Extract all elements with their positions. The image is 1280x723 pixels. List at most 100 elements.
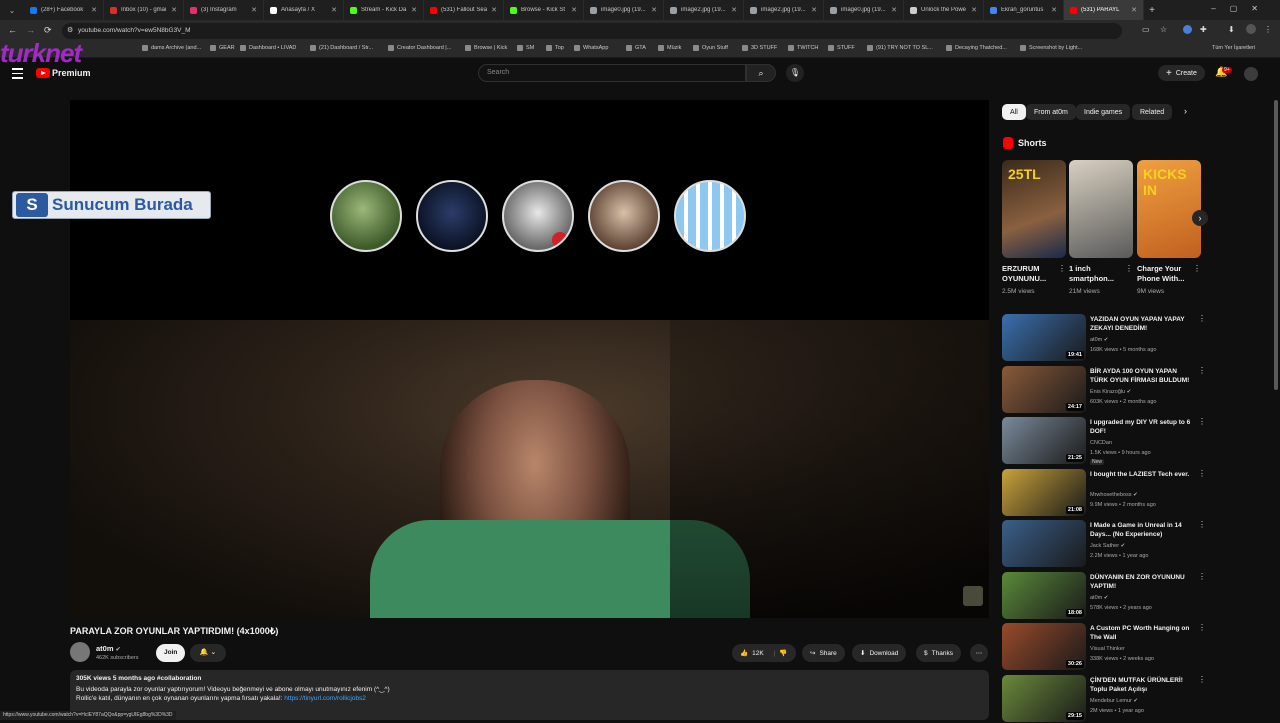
bookmark-item[interactable]: WhatsApp [574,45,608,51]
tab-close-icon[interactable]: ✕ [171,6,177,14]
video-title-link[interactable]: I upgraded my DIY VR setup to 6 DOF! [1090,418,1194,436]
filter-chip[interactable]: All [1002,104,1026,120]
video-thumbnail[interactable] [1002,520,1086,567]
video-thumbnail[interactable]: 21:25 [1002,417,1086,464]
tab-close-icon[interactable]: ✕ [251,6,257,14]
video-menu-icon[interactable]: ⋮ [1198,366,1206,375]
more-actions-button[interactable]: ⋯ [970,644,988,662]
site-info-icon[interactable]: ⚙ [67,23,73,39]
recommended-video[interactable]: 18:08 DÜNYANIN EN ZOR OYUNUNU YAPTIM! at0m… [1002,571,1207,620]
bookmark-item[interactable]: TWITCH [788,45,818,51]
search-input[interactable]: Search [478,64,746,82]
tab-close-icon[interactable]: ✕ [891,6,897,14]
bookmark-item[interactable]: (21) Dashboard / Str... [310,45,373,51]
video-channel[interactable]: at0m ✔ [1090,595,1108,601]
browser-tab[interactable]: Inbox (10) - gmai ✕ [104,0,184,20]
bookmark-item[interactable]: GTA [626,45,646,51]
bookmark-item[interactable]: Dashboard • LIVAD [240,45,296,51]
tab-search-icon[interactable]: ⌄ [0,6,24,15]
video-title-link[interactable]: ÇİN'DEN MUTFAK ÜRÜNLERİ! Toplu Paket Açı… [1090,676,1194,694]
description-link[interactable]: https://tinyurl.com/rollicjobs2 [284,695,366,702]
tab-close-icon[interactable]: ✕ [731,6,737,14]
video-menu-icon[interactable]: ⋮ [1198,675,1206,684]
short-thumbnail[interactable]: 25TL [1002,160,1066,258]
tab-close-icon[interactable]: ✕ [331,6,337,14]
tab-close-icon[interactable]: ✕ [571,6,577,14]
bookmark-star-icon[interactable]: ☆ [1160,25,1167,34]
video-menu-icon[interactable]: ⋮ [1198,314,1206,323]
shorts-next-icon[interactable]: › [1192,210,1208,226]
tab-close-icon[interactable]: ✕ [971,6,977,14]
short-title[interactable]: Charge Your Phone With... [1137,264,1193,284]
bookmark-item[interactable]: Browse | Kick [465,45,507,51]
filter-chip[interactable]: From at0m [1026,104,1076,120]
video-title-link[interactable]: BİR AYDA 100 OYUN YAPAN TÜRK OYUN FİRMAS… [1090,367,1194,385]
video-title-link[interactable]: DÜNYANIN EN ZOR OYUNUNU YAPTIM! [1090,573,1194,591]
browser-tab[interactable]: Anasayfa / X ✕ [264,0,344,20]
short-thumbnail[interactable]: KICKS IN [1137,160,1201,258]
short-card[interactable]: 1 inch smartphon... ⋮ 21M views [1069,160,1133,295]
tab-close-icon[interactable]: ✕ [1131,6,1137,14]
video-title-link[interactable]: I Made a Game in Unreal in 14 Days... (N… [1090,521,1194,539]
voice-search-icon[interactable]: 🎙 [786,64,804,82]
tab-close-icon[interactable]: ✕ [651,6,657,14]
browser-tab[interactable]: Ekran_goruntus ✕ [984,0,1064,20]
like-icon[interactable]: 👍 [740,649,748,657]
bookmark-item[interactable]: Creator Dashboard |... [388,45,451,51]
share-button[interactable]: ↪ Share [802,644,845,662]
browser-tab[interactable]: Stream - Kick Da ✕ [344,0,424,20]
like-count[interactable]: 12K [752,650,764,657]
recommended-video[interactable]: 21:25 I upgraded my DIY VR setup to 6 DOF… [1002,417,1207,465]
tab-close-icon[interactable]: ✕ [811,6,817,14]
join-button[interactable]: Join [156,644,186,662]
short-card[interactable]: 25TL ERZURUM OYUNUNU... ⋮ 2.5M views [1002,160,1066,295]
filter-chip[interactable]: Related [1132,104,1173,120]
browser-menu-icon[interactable]: ⋮ [1264,25,1272,34]
video-menu-icon[interactable]: ⋮ [1198,623,1206,632]
downloads-icon[interactable]: ⬇ [1228,25,1235,34]
browser-tab[interactable]: (3) Instagram ✕ [184,0,264,20]
video-player[interactable] [70,100,989,618]
bookmark-item[interactable]: STUFF [828,45,855,51]
profile-avatar[interactable] [1246,24,1256,34]
back-icon[interactable]: ← [8,25,17,35]
cast-icon[interactable]: ▭ [1142,25,1150,34]
search-button[interactable]: ⌕ [746,64,776,82]
recommended-video[interactable]: 30:26 A Custom PC Worth Hanging on The Wa… [1002,623,1207,671]
bookmark-item[interactable]: Decaying Thatched... [946,45,1007,51]
browser-tab[interactable]: image0.jpg (19... ✕ [824,0,904,20]
bookmark-item[interactable]: GEAR [210,45,235,51]
video-menu-icon[interactable]: ⋮ [1198,572,1206,581]
chips-next-icon[interactable]: › [1184,106,1187,116]
bookmark-item[interactable]: (91) TRY NOT TO SL... [867,45,933,51]
recommended-video[interactable]: 19:41 YAZIDAN OYUN YAPAN YAPAY ZEKAYI DEN… [1002,314,1207,362]
reload-icon[interactable]: ⟳ [44,25,52,36]
tab-close-icon[interactable]: ✕ [491,6,497,14]
video-menu-icon[interactable]: ⋮ [1198,520,1206,529]
dislike-icon[interactable]: 👎 [779,649,787,657]
video-channel[interactable]: Enis Kirazoğlu ✔ [1090,389,1131,395]
short-title[interactable]: ERZURUM OYUNUNU... [1002,264,1058,284]
new-tab-button[interactable]: + [1144,5,1160,16]
description-box[interactable]: 305K views 5 months ago #collaboration B… [70,670,989,720]
recommended-video[interactable]: I Made a Game in Unreal in 14 Days... (N… [1002,520,1207,568]
video-channel[interactable]: CNCDan [1090,440,1112,446]
video-title-link[interactable]: A Custom PC Worth Hanging on The Wall [1090,624,1194,642]
account-avatar[interactable] [1244,67,1258,81]
bookmark-item[interactable]: SM [517,45,534,51]
short-menu-icon[interactable]: ⋮ [1125,264,1133,273]
bookmark-item[interactable]: Oyun Stuff [693,45,728,51]
bookmark-item[interactable]: dams Archive (and... [142,45,201,51]
filter-chip[interactable]: Indie games [1076,104,1131,120]
short-title[interactable]: 1 inch smartphon... [1069,264,1125,284]
channel-avatar[interactable] [70,642,90,662]
create-button[interactable]: + Create [1158,65,1205,81]
window-controls[interactable]: –▢✕ [1211,4,1272,13]
video-menu-icon[interactable]: ⋮ [1198,417,1206,426]
video-thumbnail[interactable]: 30:26 [1002,623,1086,670]
youtube-premium-label[interactable]: Premium [52,68,91,78]
video-thumbnail[interactable]: 24:17 [1002,365,1086,413]
browser-tab[interactable]: Unlock the Powe ✕ [904,0,984,20]
bookmark-item[interactable]: Top [546,45,564,51]
short-menu-icon[interactable]: ⋮ [1193,264,1201,273]
